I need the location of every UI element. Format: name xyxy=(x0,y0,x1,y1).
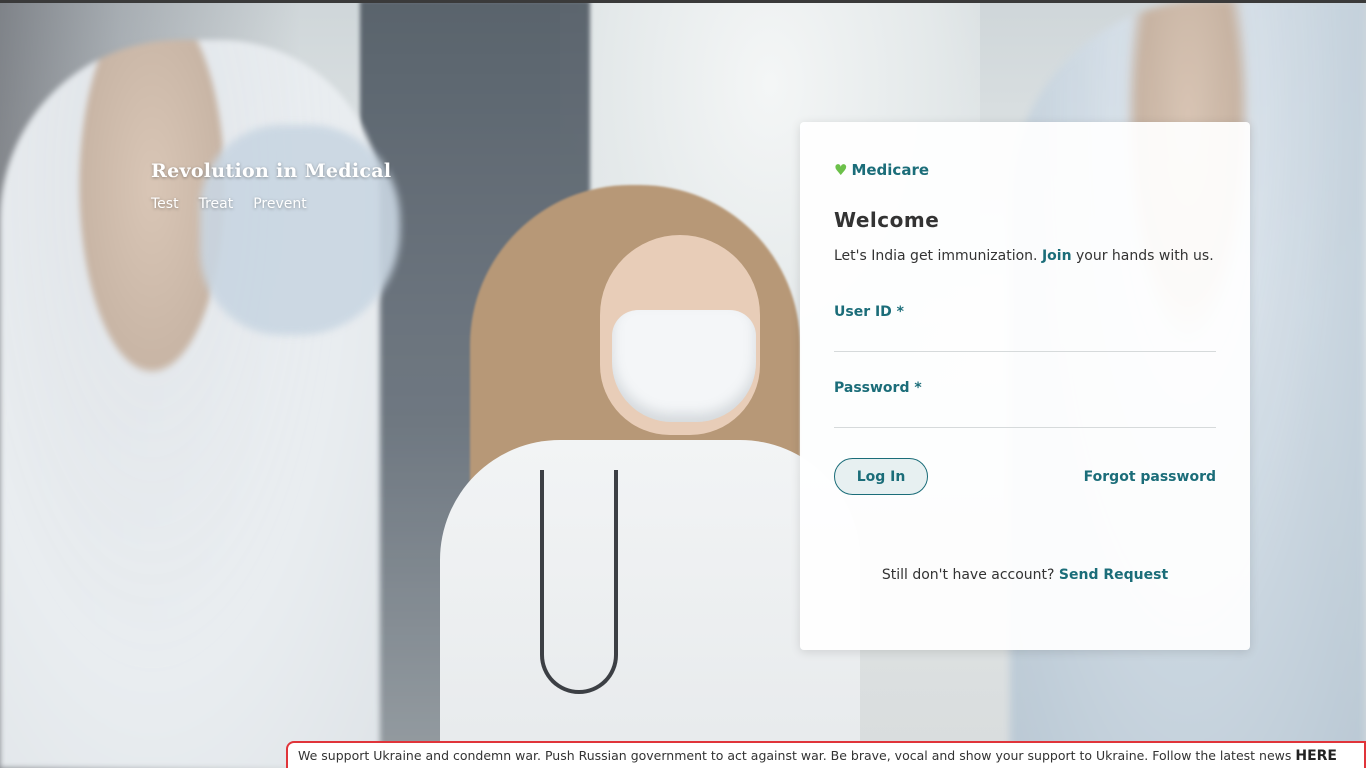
heart-icon: ♥ xyxy=(834,160,848,179)
password-label: Password * xyxy=(834,380,922,396)
background-mask-left xyxy=(200,125,400,335)
user-id-field-group: User ID * xyxy=(834,304,1216,352)
login-actions: Log In Forgot password xyxy=(834,458,1216,495)
send-request-text: Still don't have account? xyxy=(881,567,1059,583)
welcome-heading: Welcome xyxy=(834,208,940,232)
user-id-input[interactable] xyxy=(834,326,1216,352)
tagline-text-start: Let's India get immunization. xyxy=(834,248,1042,264)
login-page: Revolution in Medical Test Treat Prevent… xyxy=(0,0,1366,768)
hero-section: Revolution in Medical Test Treat Prevent xyxy=(151,160,391,212)
hero-tag-prevent: Prevent xyxy=(253,196,307,212)
join-link[interactable]: Join xyxy=(1042,248,1072,264)
login-button[interactable]: Log In xyxy=(834,458,928,495)
send-request-row: Still don't have account? Send Request xyxy=(834,567,1216,583)
forgot-password-link[interactable]: Forgot password xyxy=(1084,469,1216,485)
tagline-text-end: your hands with us. xyxy=(1071,248,1214,264)
password-field-group: Password * xyxy=(834,380,1216,428)
hero-tags: Test Treat Prevent xyxy=(151,196,391,212)
login-card: ♥ Medicare Welcome Let's India get immun… xyxy=(800,122,1250,650)
ukraine-support-banner: We support Ukraine and condemn war. Push… xyxy=(286,741,1366,768)
password-input[interactable] xyxy=(834,402,1216,428)
background-stethoscope xyxy=(540,470,618,694)
welcome-tagline: Let's India get immunization. Join your … xyxy=(834,248,1216,264)
banner-here-link[interactable]: HERE xyxy=(1295,748,1337,764)
window-top-border xyxy=(0,0,1366,3)
background-doctor-mask xyxy=(612,310,756,422)
brand: ♥ Medicare xyxy=(834,160,1216,180)
user-id-label: User ID * xyxy=(834,304,904,320)
send-request-link[interactable]: Send Request xyxy=(1059,567,1168,583)
hero-tag-treat: Treat xyxy=(198,196,234,212)
background-doctor-coat xyxy=(440,440,860,768)
hero-title: Revolution in Medical xyxy=(151,160,392,182)
banner-text: We support Ukraine and condemn war. Push… xyxy=(298,748,1296,763)
brand-name: Medicare xyxy=(851,161,930,179)
hero-tag-test: Test xyxy=(151,196,179,212)
